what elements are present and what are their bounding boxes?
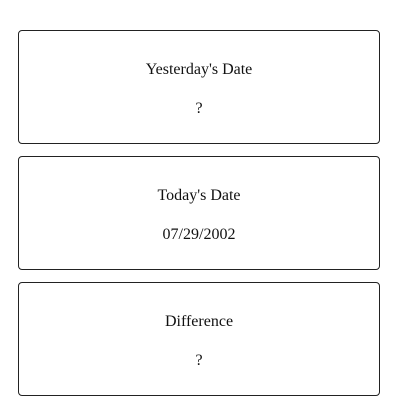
today-date-card: Today's Date 07/29/2002: [18, 156, 380, 270]
today-date-value: 07/29/2002: [162, 226, 236, 243]
yesterday-date-value: ?: [195, 100, 203, 117]
today-date-label: Today's Date: [157, 187, 241, 204]
yesterday-date-card: Yesterday's Date ?: [18, 30, 380, 144]
difference-card: Difference ?: [18, 282, 380, 396]
difference-label: Difference: [164, 313, 234, 330]
yesterday-date-label: Yesterday's Date: [145, 61, 253, 78]
difference-value: ?: [195, 352, 203, 369]
